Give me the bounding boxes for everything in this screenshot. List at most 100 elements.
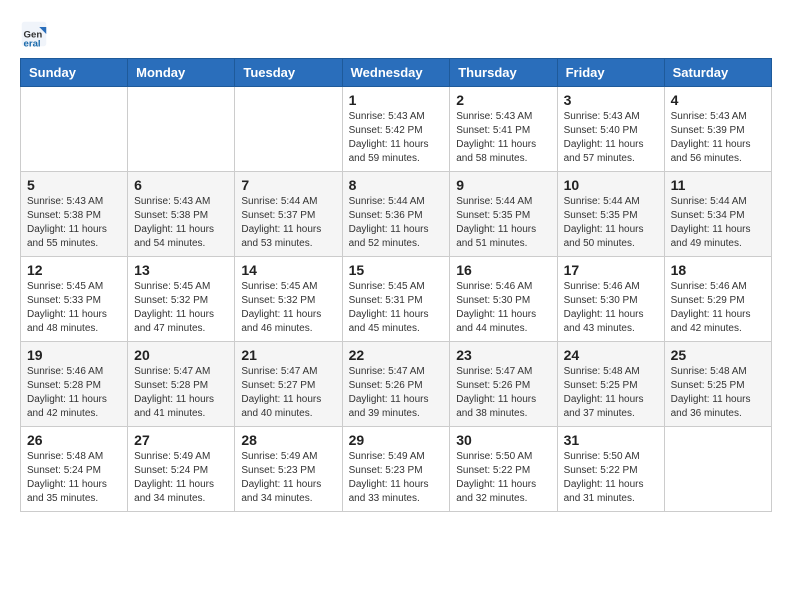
- day-info: Sunrise: 5:44 AM Sunset: 5:36 PM Dayligh…: [349, 195, 444, 251]
- day-info: Sunrise: 5:49 AM Sunset: 5:24 PM Dayligh…: [134, 450, 228, 506]
- calendar-table: SundayMondayTuesdayWednesdayThursdayFrid…: [20, 58, 772, 512]
- day-cell: [21, 87, 128, 172]
- day-cell: 24 Sunrise: 5:48 AM Sunset: 5:25 PM Dayli…: [557, 342, 664, 427]
- day-number: 22: [349, 347, 444, 363]
- day-info: Sunrise: 5:50 AM Sunset: 5:22 PM Dayligh…: [456, 450, 550, 506]
- day-cell: 1 Sunrise: 5:43 AM Sunset: 5:42 PM Daylig…: [342, 87, 450, 172]
- day-number: 15: [349, 262, 444, 278]
- week-row-1: 1 Sunrise: 5:43 AM Sunset: 5:42 PM Daylig…: [21, 87, 772, 172]
- day-number: 23: [456, 347, 550, 363]
- day-cell: [664, 427, 771, 512]
- day-number: 31: [564, 432, 658, 448]
- day-info: Sunrise: 5:44 AM Sunset: 5:35 PM Dayligh…: [564, 195, 658, 251]
- day-number: 9: [456, 177, 550, 193]
- day-info: Sunrise: 5:43 AM Sunset: 5:39 PM Dayligh…: [671, 110, 765, 166]
- day-number: 24: [564, 347, 658, 363]
- day-number: 2: [456, 92, 550, 108]
- day-info: Sunrise: 5:49 AM Sunset: 5:23 PM Dayligh…: [241, 450, 335, 506]
- day-cell: 18 Sunrise: 5:46 AM Sunset: 5:29 PM Dayli…: [664, 257, 771, 342]
- day-cell: 11Sunrise: 5:44 AM Sunset: 5:34 PM Dayli…: [664, 172, 771, 257]
- day-cell: 13 Sunrise: 5:45 AM Sunset: 5:32 PM Dayli…: [128, 257, 235, 342]
- day-info: Sunrise: 5:43 AM Sunset: 5:42 PM Dayligh…: [349, 110, 444, 166]
- day-cell: 7Sunrise: 5:44 AM Sunset: 5:37 PM Daylig…: [235, 172, 342, 257]
- day-info: Sunrise: 5:46 AM Sunset: 5:30 PM Dayligh…: [564, 280, 658, 336]
- logo-icon: Gen eral: [20, 20, 48, 48]
- page-header: Gen eral: [20, 20, 772, 48]
- day-number: 17: [564, 262, 658, 278]
- day-info: Sunrise: 5:47 AM Sunset: 5:28 PM Dayligh…: [134, 365, 228, 421]
- day-cell: 10 Sunrise: 5:44 AM Sunset: 5:35 PM Dayli…: [557, 172, 664, 257]
- day-cell: 8 Sunrise: 5:44 AM Sunset: 5:36 PM Daylig…: [342, 172, 450, 257]
- day-info: Sunrise: 5:48 AM Sunset: 5:25 PM Dayligh…: [564, 365, 658, 421]
- day-cell: 5 Sunrise: 5:43 AM Sunset: 5:38 PM Daylig…: [21, 172, 128, 257]
- day-cell: 26 Sunrise: 5:48 AM Sunset: 5:24 PM Dayli…: [21, 427, 128, 512]
- day-number: 21: [241, 347, 335, 363]
- day-cell: 25Sunrise: 5:48 AM Sunset: 5:25 PM Dayli…: [664, 342, 771, 427]
- day-number: 30: [456, 432, 550, 448]
- day-cell: 19 Sunrise: 5:46 AM Sunset: 5:28 PM Dayli…: [21, 342, 128, 427]
- day-cell: 30 Sunrise: 5:50 AM Sunset: 5:22 PM Dayli…: [450, 427, 557, 512]
- day-number: 14: [241, 262, 335, 278]
- day-info: Sunrise: 5:47 AM Sunset: 5:26 PM Dayligh…: [349, 365, 444, 421]
- day-cell: 6 Sunrise: 5:43 AM Sunset: 5:38 PM Daylig…: [128, 172, 235, 257]
- day-info: Sunrise: 5:50 AM Sunset: 5:22 PM Dayligh…: [564, 450, 658, 506]
- day-info: Sunrise: 5:48 AM Sunset: 5:24 PM Dayligh…: [27, 450, 121, 506]
- day-cell: 14 Sunrise: 5:45 AM Sunset: 5:32 PM Dayli…: [235, 257, 342, 342]
- day-info: Sunrise: 5:44 AM Sunset: 5:34 PM Dayligh…: [671, 195, 765, 251]
- day-info: Sunrise: 5:46 AM Sunset: 5:29 PM Dayligh…: [671, 280, 765, 336]
- day-cell: 20Sunrise: 5:47 AM Sunset: 5:28 PM Dayli…: [128, 342, 235, 427]
- day-number: 12: [27, 262, 121, 278]
- day-info: Sunrise: 5:46 AM Sunset: 5:28 PM Dayligh…: [27, 365, 121, 421]
- day-info: Sunrise: 5:47 AM Sunset: 5:27 PM Dayligh…: [241, 365, 335, 421]
- day-number: 26: [27, 432, 121, 448]
- column-header-tuesday: Tuesday: [235, 59, 342, 87]
- day-number: 5: [27, 177, 121, 193]
- day-number: 6: [134, 177, 228, 193]
- day-cell: 29 Sunrise: 5:49 AM Sunset: 5:23 PM Dayli…: [342, 427, 450, 512]
- day-cell: 21 Sunrise: 5:47 AM Sunset: 5:27 PM Dayli…: [235, 342, 342, 427]
- day-info: Sunrise: 5:48 AM Sunset: 5:25 PM Dayligh…: [671, 365, 765, 421]
- day-number: 19: [27, 347, 121, 363]
- day-cell: 28 Sunrise: 5:49 AM Sunset: 5:23 PM Dayli…: [235, 427, 342, 512]
- day-number: 7: [241, 177, 335, 193]
- day-cell: [235, 87, 342, 172]
- day-cell: 27 Sunrise: 5:49 AM Sunset: 5:24 PM Dayli…: [128, 427, 235, 512]
- day-info: Sunrise: 5:45 AM Sunset: 5:31 PM Dayligh…: [349, 280, 444, 336]
- day-number: 18: [671, 262, 765, 278]
- day-info: Sunrise: 5:45 AM Sunset: 5:33 PM Dayligh…: [27, 280, 121, 336]
- day-info: Sunrise: 5:45 AM Sunset: 5:32 PM Dayligh…: [134, 280, 228, 336]
- day-cell: 22 Sunrise: 5:47 AM Sunset: 5:26 PM Dayli…: [342, 342, 450, 427]
- column-header-sunday: Sunday: [21, 59, 128, 87]
- day-cell: 2 Sunrise: 5:43 AM Sunset: 5:41 PM Daylig…: [450, 87, 557, 172]
- day-number: 28: [241, 432, 335, 448]
- day-info: Sunrise: 5:49 AM Sunset: 5:23 PM Dayligh…: [349, 450, 444, 506]
- week-row-5: 26 Sunrise: 5:48 AM Sunset: 5:24 PM Dayli…: [21, 427, 772, 512]
- day-number: 10: [564, 177, 658, 193]
- day-cell: 9 Sunrise: 5:44 AM Sunset: 5:35 PM Daylig…: [450, 172, 557, 257]
- week-row-3: 12 Sunrise: 5:45 AM Sunset: 5:33 PM Dayli…: [21, 257, 772, 342]
- day-number: 3: [564, 92, 658, 108]
- day-info: Sunrise: 5:43 AM Sunset: 5:38 PM Dayligh…: [27, 195, 121, 251]
- day-info: Sunrise: 5:44 AM Sunset: 5:35 PM Dayligh…: [456, 195, 550, 251]
- calendar-header-row: SundayMondayTuesdayWednesdayThursdayFrid…: [21, 59, 772, 87]
- day-number: 4: [671, 92, 765, 108]
- day-info: Sunrise: 5:43 AM Sunset: 5:38 PM Dayligh…: [134, 195, 228, 251]
- day-info: Sunrise: 5:43 AM Sunset: 5:41 PM Dayligh…: [456, 110, 550, 166]
- day-cell: 17 Sunrise: 5:46 AM Sunset: 5:30 PM Dayli…: [557, 257, 664, 342]
- day-number: 13: [134, 262, 228, 278]
- day-number: 16: [456, 262, 550, 278]
- day-number: 1: [349, 92, 444, 108]
- column-header-wednesday: Wednesday: [342, 59, 450, 87]
- day-cell: 15 Sunrise: 5:45 AM Sunset: 5:31 PM Dayli…: [342, 257, 450, 342]
- logo: Gen eral: [20, 20, 52, 48]
- day-info: Sunrise: 5:45 AM Sunset: 5:32 PM Dayligh…: [241, 280, 335, 336]
- week-row-2: 5 Sunrise: 5:43 AM Sunset: 5:38 PM Daylig…: [21, 172, 772, 257]
- day-cell: 3Sunrise: 5:43 AM Sunset: 5:40 PM Daylig…: [557, 87, 664, 172]
- week-row-4: 19 Sunrise: 5:46 AM Sunset: 5:28 PM Dayli…: [21, 342, 772, 427]
- day-cell: 16 Sunrise: 5:46 AM Sunset: 5:30 PM Dayli…: [450, 257, 557, 342]
- day-info: Sunrise: 5:47 AM Sunset: 5:26 PM Dayligh…: [456, 365, 550, 421]
- day-number: 29: [349, 432, 444, 448]
- day-number: 8: [349, 177, 444, 193]
- day-number: 27: [134, 432, 228, 448]
- day-info: Sunrise: 5:46 AM Sunset: 5:30 PM Dayligh…: [456, 280, 550, 336]
